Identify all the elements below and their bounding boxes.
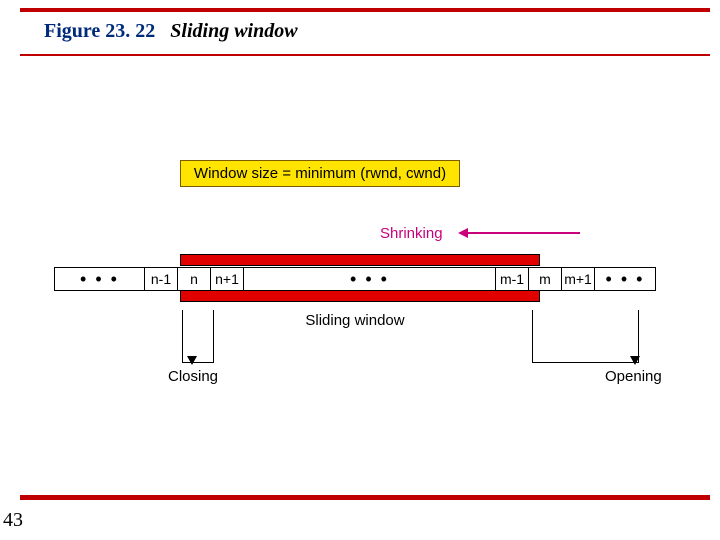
page-number: 43 bbox=[3, 509, 23, 532]
under-title-rule bbox=[20, 54, 710, 56]
opening-arrowhead bbox=[630, 356, 640, 365]
opening-label: Opening bbox=[605, 368, 662, 385]
closing-label: Closing bbox=[168, 368, 218, 385]
cell-right-dots: • • • bbox=[595, 268, 655, 290]
cell-left-dots: • • • bbox=[55, 268, 145, 290]
sliding-window-diagram: Window size = minimum (rwnd, cwnd) Shrin… bbox=[50, 160, 660, 400]
figure-label: Figure 23. 22 Sliding window bbox=[44, 20, 298, 43]
opening-bracket bbox=[532, 310, 639, 363]
cell-n-1: n-1 bbox=[145, 268, 178, 290]
window-bar-top bbox=[180, 254, 540, 266]
window-size-formula: Window size = minimum (rwnd, cwnd) bbox=[180, 160, 460, 187]
segment-strip: • • • n-1 n n+1 • • • m-1 m m+1 • • • bbox=[54, 267, 656, 291]
bottom-rule bbox=[20, 495, 710, 500]
cell-mid-dots: • • • bbox=[244, 268, 496, 290]
window-bar-bottom bbox=[180, 290, 540, 302]
shrinking-arrow bbox=[460, 232, 580, 234]
shrinking-label: Shrinking bbox=[380, 225, 443, 242]
cell-m: m bbox=[529, 268, 562, 290]
cell-m-plus-1: m+1 bbox=[562, 268, 595, 290]
cell-n-plus-1: n+1 bbox=[211, 268, 244, 290]
figure-number: Figure 23. 22 bbox=[44, 20, 155, 42]
cell-n: n bbox=[178, 268, 211, 290]
top-rule bbox=[20, 8, 710, 12]
cell-m-1: m-1 bbox=[496, 268, 529, 290]
figure-caption: Sliding window bbox=[170, 20, 297, 42]
closing-arrowhead bbox=[187, 356, 197, 365]
